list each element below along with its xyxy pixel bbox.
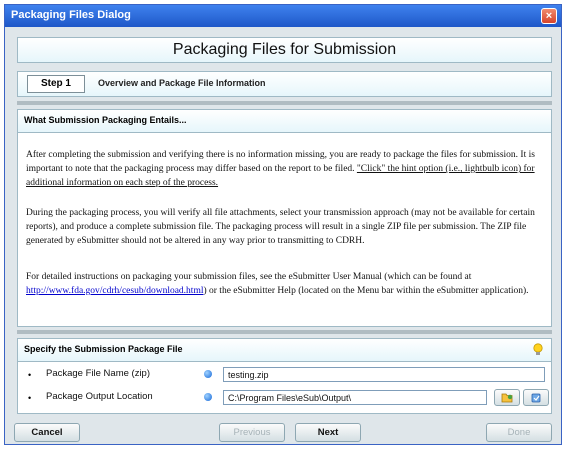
step-title: Overview and Package File Information	[98, 78, 266, 88]
browse-folder-button[interactable]	[494, 389, 520, 406]
footer-bar: Cancel Previous Next Done	[5, 420, 561, 444]
overview-panel: What Submission Packaging Entails... Aft…	[17, 109, 552, 327]
divider	[17, 330, 552, 334]
overview-paragraph-3-text: For detailed instructions on packaging y…	[26, 272, 472, 282]
overview-paragraph-1: After completing the submission and veri…	[26, 148, 541, 190]
overview-paragraph-2: During the packaging process, you will v…	[26, 208, 535, 246]
overview-paragraph-3-end: ) or the eSubmitter Help (located on the…	[203, 286, 529, 296]
required-indicator-icon	[204, 393, 212, 401]
download-link[interactable]: http://www.fda.gov/cdrh/cesub/download.h…	[26, 286, 203, 296]
specify-heading: Specify the Submission Package File	[18, 339, 551, 362]
package-file-name-row: • Package File Name (zip) testing.zip	[18, 364, 551, 384]
open-location-icon	[531, 393, 541, 403]
bullet: •	[28, 370, 32, 380]
package-output-location-row: • Package Output Location C:\Program Fil…	[18, 387, 551, 407]
specify-panel: Specify the Submission Package File • Pa…	[17, 338, 552, 414]
page-title: Packaging Files for Submission	[17, 37, 552, 63]
required-indicator-icon	[204, 370, 212, 378]
lightbulb-icon[interactable]	[533, 343, 543, 357]
package-output-location-input[interactable]: C:\Program Files\eSub\Output\	[223, 390, 487, 405]
open-location-button[interactable]	[523, 389, 549, 406]
packaging-dialog: Packaging Files Dialog × Packaging Files…	[4, 4, 562, 445]
window-title: Packaging Files Dialog	[11, 9, 131, 21]
package-output-location-label: Package Output Location	[46, 391, 153, 402]
package-file-name-input[interactable]: testing.zip	[223, 367, 545, 382]
step-number: Step 1	[27, 75, 85, 93]
divider	[17, 101, 552, 105]
cancel-button[interactable]: Cancel	[14, 423, 80, 442]
overview-heading: What Submission Packaging Entails...	[18, 110, 551, 133]
bullet: •	[28, 393, 32, 403]
step-bar: Step 1 Overview and Package File Informa…	[17, 71, 552, 97]
previous-button[interactable]: Previous	[219, 423, 285, 442]
folder-icon	[501, 393, 513, 403]
done-button[interactable]: Done	[486, 423, 552, 442]
title-bar[interactable]: Packaging Files Dialog ×	[5, 5, 561, 27]
next-button[interactable]: Next	[295, 423, 361, 442]
package-file-name-label: Package File Name (zip)	[46, 368, 151, 379]
overview-paragraph-3: For detailed instructions on packaging y…	[26, 270, 541, 298]
close-button[interactable]: ×	[541, 8, 557, 24]
